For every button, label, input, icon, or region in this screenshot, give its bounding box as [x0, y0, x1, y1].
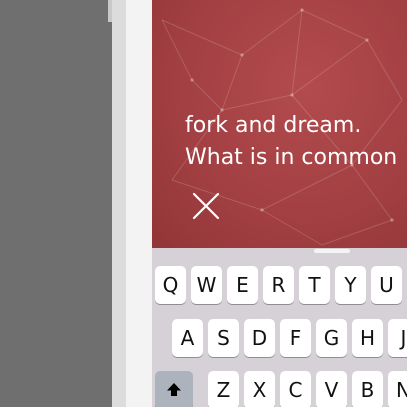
drag-handle[interactable] [314, 249, 350, 253]
keyboard: Q W E R T Y U A S D F G H J Z X C V B N [152, 248, 407, 407]
key-v[interactable]: V [316, 371, 347, 407]
key-r[interactable]: R [263, 266, 294, 304]
key-n[interactable]: N [388, 371, 407, 407]
prompt-card: fork and dream. What is in common [152, 0, 407, 248]
key-b[interactable]: B [352, 371, 383, 407]
key-y[interactable]: Y [335, 266, 366, 304]
close-button[interactable] [190, 190, 222, 222]
device-bezel-inner [126, 0, 152, 407]
prompt-text-line-2: What is in common [185, 145, 398, 170]
key-c[interactable]: C [280, 371, 311, 407]
close-icon [192, 192, 220, 220]
key-u[interactable]: U [371, 266, 402, 304]
key-d[interactable]: D [244, 319, 275, 357]
key-g[interactable]: G [316, 319, 347, 357]
background-panel [0, 0, 112, 407]
key-w[interactable]: W [191, 266, 222, 304]
key-s[interactable]: S [208, 319, 239, 357]
device-bezel [112, 0, 126, 407]
key-z[interactable]: Z [208, 371, 239, 407]
key-e[interactable]: E [227, 266, 258, 304]
prompt-text-line-1: fork and dream. [185, 113, 362, 138]
key-f[interactable]: F [280, 319, 311, 357]
shift-key[interactable] [155, 371, 193, 407]
key-a[interactable]: A [172, 319, 203, 357]
key-j[interactable]: J [388, 319, 407, 357]
shift-icon [167, 383, 181, 396]
key-x[interactable]: X [244, 371, 275, 407]
key-h[interactable]: H [352, 319, 383, 357]
key-q[interactable]: Q [155, 266, 186, 304]
key-t[interactable]: T [299, 266, 330, 304]
app-screen: fork and dream. What is in common Q W E … [152, 0, 407, 407]
